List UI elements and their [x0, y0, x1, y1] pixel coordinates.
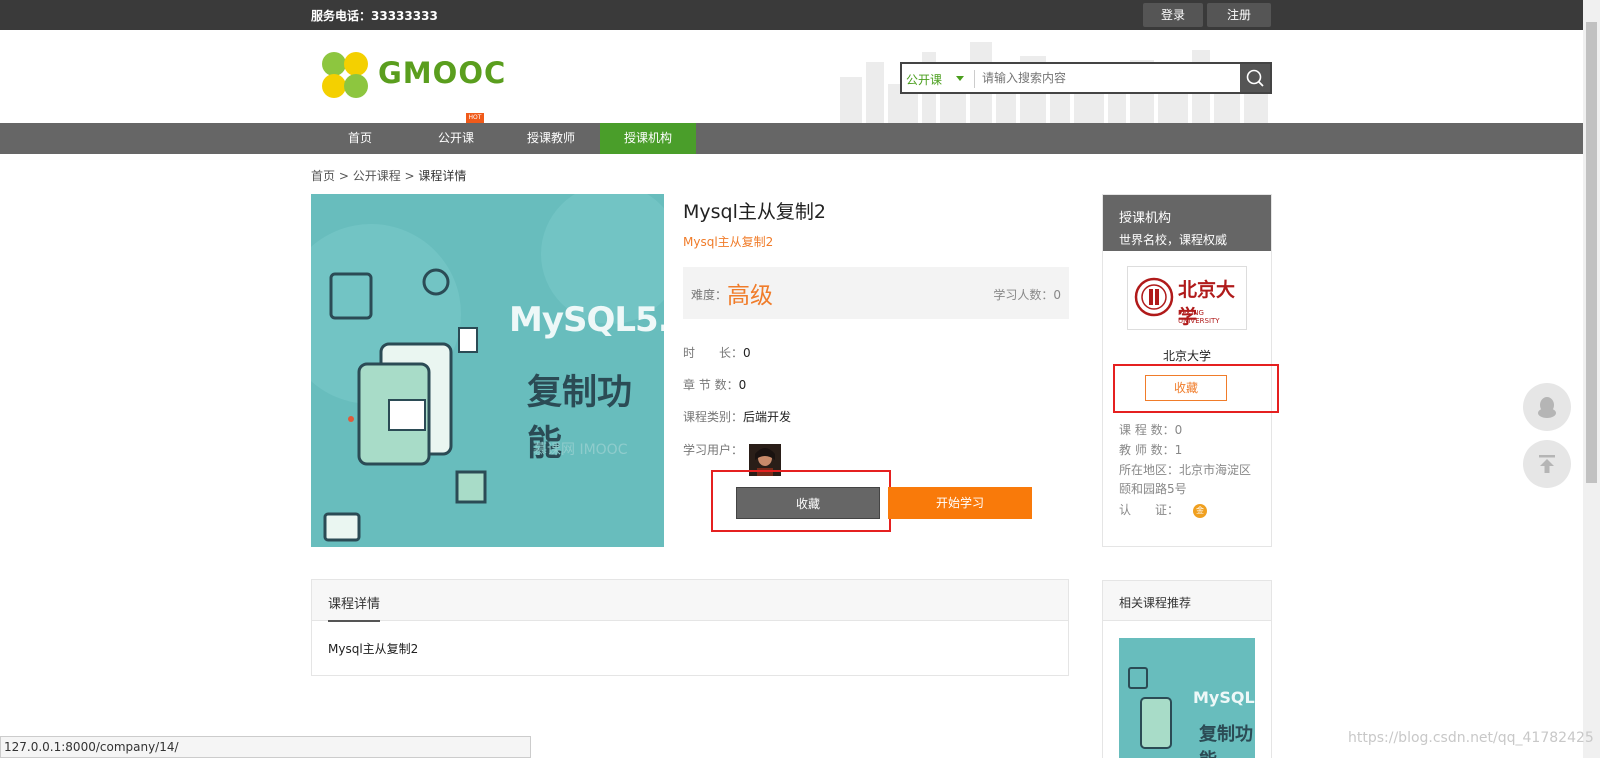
breadcrumb: 首页 > 公开课程 > 课程详情	[311, 167, 466, 184]
students-count: 学习人数：0	[993, 288, 1061, 302]
arrow-up-to-top-icon	[1539, 455, 1555, 473]
back-to-top-button[interactable]	[1523, 440, 1571, 488]
related-course-text: MySQL5.7	[1193, 688, 1255, 707]
related-courses-panel: 相关课程推荐 MySQL5.7 复制功能	[1102, 580, 1272, 758]
course-detail-body: Mysql主从复制2	[328, 642, 419, 656]
organization-card-header: 授课机构 世界名校，课程权威	[1103, 195, 1271, 251]
difficulty-panel: 难度： 高级 学习人数：0	[683, 267, 1069, 319]
favorite-course-button[interactable]: 收藏	[736, 487, 880, 519]
hot-badge: HOT	[466, 113, 484, 123]
nav-item-courses[interactable]: 公开课	[416, 123, 496, 154]
related-course-thumbnail[interactable]: MySQL5.7 复制功能	[1119, 638, 1255, 758]
duration-value: 0	[743, 346, 751, 360]
highlight-box	[1113, 364, 1279, 413]
org-courses-label: 课 程 数：	[1119, 423, 1175, 437]
search-category-select[interactable]: 公开课	[906, 71, 942, 88]
org-cert-label: 认 证：	[1119, 503, 1180, 517]
service-phone: 服务电话：33333333	[311, 9, 438, 23]
difficulty-label: 难度：	[691, 288, 728, 302]
gmooc-logo-icon[interactable]	[320, 50, 370, 100]
browser-status-url: 127.0.0.1:8000/company/14/	[0, 736, 531, 758]
category-value: 后端开发	[743, 410, 792, 424]
site-header: GMOOC 公开课	[0, 30, 1583, 123]
difficulty-value: 高级	[727, 283, 773, 309]
duration-row: 时 长：0	[683, 344, 751, 361]
nav-item-home[interactable]: 首页	[320, 123, 400, 154]
pku-emblem-icon	[1134, 277, 1174, 317]
org-teachers-label: 教 师 数：	[1119, 443, 1175, 457]
cover-text: MySQL5.7	[509, 300, 664, 340]
organization-card-subtitle: 世界名校，课程权威	[1119, 233, 1228, 247]
organization-logo-en: PEKING UNIVERSITY	[1178, 309, 1220, 325]
search-button[interactable]	[1240, 64, 1270, 92]
duration-label: 时 长：	[683, 346, 744, 360]
search-divider	[974, 70, 975, 88]
breadcrumb-separator: >	[400, 169, 419, 183]
related-courses-header: 相关课程推荐	[1103, 581, 1271, 621]
org-cert-row: 认 证： 金	[1119, 501, 1208, 518]
csdn-watermark: https://blog.csdn.net/qq_41782425	[1348, 730, 1594, 746]
page-scrollbar[interactable]	[1583, 0, 1600, 758]
course-cover-image: MySQL5.7 复制功能 慕课网 IMOOC	[311, 194, 664, 547]
tab-course-detail[interactable]: 课程详情	[328, 593, 381, 622]
breadcrumb-current: 课程详情	[418, 169, 467, 183]
breadcrumb-separator: >	[335, 169, 353, 183]
nav-item-organizations[interactable]: 授课机构	[600, 123, 696, 154]
search-bar: 公开课	[900, 62, 1272, 94]
gold-cert-badge-icon: 金	[1193, 503, 1208, 518]
related-course-subtext: 复制功能	[1199, 724, 1253, 758]
breadcrumb-home[interactable]: 首页	[311, 169, 335, 183]
organization-logo[interactable]: 北京大学 PEKING UNIVERSITY	[1127, 266, 1247, 330]
category-label: 课程类别：	[683, 410, 744, 424]
breadcrumb-courses[interactable]: 公开课程	[353, 169, 401, 183]
qq-chat-button[interactable]	[1523, 383, 1571, 431]
course-detail-panel: 课程详情 Mysql主从复制2	[311, 579, 1069, 676]
register-button[interactable]: 注册	[1207, 3, 1271, 27]
chapters-row: 章 节 数：0	[683, 376, 746, 393]
users-label: 学习用户：	[683, 443, 744, 457]
org-teachers-value: 1	[1174, 443, 1183, 457]
users-row: 学习用户：	[683, 441, 743, 458]
organization-name[interactable]: 北京大学	[1103, 347, 1271, 364]
top-bar: 服务电话：33333333 登录 注册	[0, 0, 1583, 30]
nav-item-teachers[interactable]: 授课教师	[512, 123, 590, 154]
chapters-value: 0	[738, 378, 747, 392]
chevron-down-icon[interactable]	[956, 76, 964, 81]
org-region-row: 所在地区：北京市海淀区颐和园路5号	[1119, 461, 1259, 499]
search-icon	[1246, 69, 1264, 87]
org-courses-row: 课 程 数：0	[1119, 421, 1182, 438]
qq-penguin-icon	[1538, 397, 1556, 418]
org-region-label: 所在地区：	[1119, 463, 1180, 477]
org-courses-value: 0	[1174, 423, 1183, 437]
search-input[interactable]	[982, 67, 1232, 89]
course-title: Mysql主从复制2	[683, 201, 826, 223]
brand-name[interactable]: GMOOC	[378, 56, 506, 90]
course-subtitle: Mysql主从复制2	[683, 235, 774, 249]
start-learning-button[interactable]: 开始学习	[888, 487, 1032, 519]
chapters-label: 章 节 数：	[683, 378, 739, 392]
cover-watermark: 慕课网 IMOOC	[533, 442, 628, 458]
main-nav: 首页 公开课 授课教师 授课机构	[0, 123, 1583, 154]
scrollbar-thumb[interactable]	[1586, 22, 1597, 483]
organization-card-title: 授课机构	[1119, 211, 1172, 226]
related-courses-title: 相关课程推荐	[1119, 596, 1192, 610]
login-button[interactable]: 登录	[1143, 3, 1203, 27]
category-row: 课程类别：后端开发	[683, 408, 791, 425]
detail-tabs: 课程详情	[312, 580, 1068, 622]
org-teachers-row: 教 师 数：1	[1119, 441, 1182, 458]
